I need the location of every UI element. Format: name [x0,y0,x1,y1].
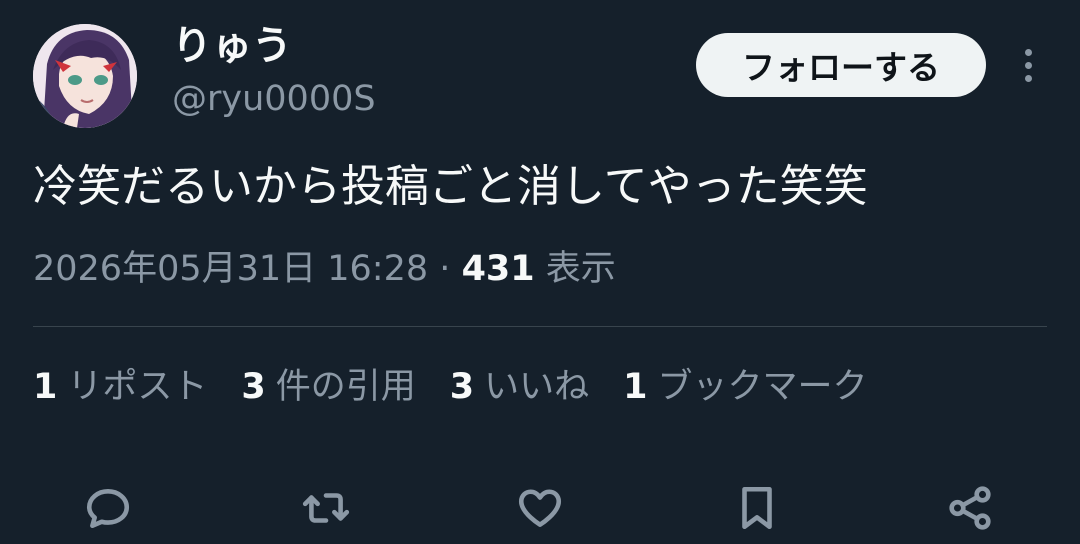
views-count: 431 [461,249,535,289]
timestamp[interactable]: 2026年05月31日 16:28 [33,249,428,289]
share-button[interactable] [942,480,998,536]
anime-character-avatar-icon [33,24,137,128]
more-vertical-icon[interactable] [1008,42,1048,88]
views-label: 表示 [545,249,616,289]
stat-label: 件の引用 [275,367,416,407]
tweet-meta: 2026年05月31日 16:28 · 431 表示 [33,244,616,294]
user-handle[interactable]: @ryu0000S [172,74,376,124]
tweet-text: 冷笑だるいから投稿ごと消してやった笑笑 [33,161,868,212]
stat-label: ブックマーク [657,367,868,407]
divider [33,326,1047,327]
stat-reposts[interactable]: 1 リポスト [33,362,207,412]
stat-bookmarks[interactable]: 1 ブックマーク [623,362,867,412]
reply-button[interactable] [80,480,136,536]
retweet-icon [302,493,350,523]
stat-count: 3 [241,367,266,407]
stat-count: 1 [33,367,58,407]
like-icon [518,489,562,527]
reply-icon [86,489,130,528]
display-name[interactable]: りゅう [172,18,292,74]
share-icon [949,486,991,530]
stat-quotes[interactable]: 3 件の引用 [241,362,415,412]
tweet-detail: りゅう @ryu0000S フォローする 冷笑だるいから投稿ごと消してやった笑笑… [0,0,1080,544]
stat-label: リポスト [67,367,208,407]
stat-count: 1 [623,367,648,407]
bookmark-icon [742,486,772,530]
meta-separator: · [439,249,451,289]
like-button[interactable] [512,480,568,536]
bookmark-button[interactable] [729,480,785,536]
follow-button[interactable]: フォローする [696,33,986,97]
engagement-stats: 1 リポスト 3 件の引用 3 いいね 1 ブックマーク [33,362,902,412]
avatar[interactable] [33,24,137,128]
retweet-button[interactable] [298,480,354,536]
stat-label: いいね [484,367,590,407]
stat-likes[interactable]: 3 いいね [450,362,589,412]
stat-count: 3 [449,367,475,407]
